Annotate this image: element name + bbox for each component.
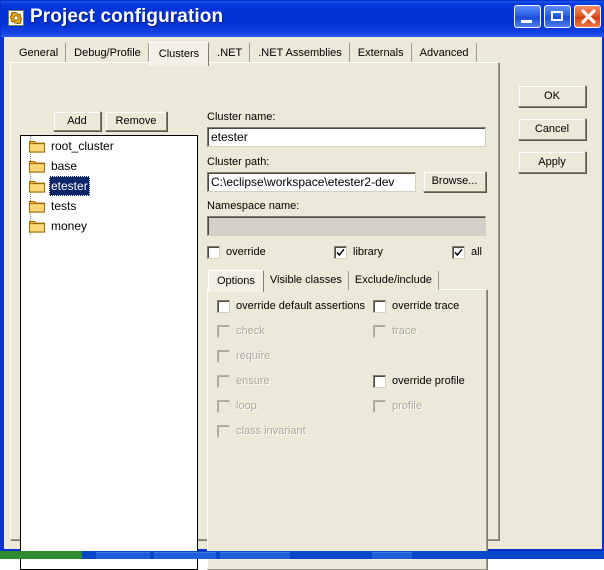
add-button[interactable]: Add [53,111,101,131]
checkbox-box[interactable] [217,375,230,388]
tab-advanced[interactable]: Advanced [411,43,477,63]
gear-icon [8,10,24,26]
checkbox-label: library [353,246,383,258]
inner-tab-options[interactable]: Options [208,270,264,292]
inner-tab-label: Exclude/include [354,274,432,286]
inner-tab-label: Options [217,275,255,287]
checkbox-label: all [471,246,483,258]
checkbox-label: override profile [392,375,465,387]
checkbox-label: profile [392,400,422,412]
window-title: Project configuration [30,6,224,27]
checkbox-box[interactable] [217,300,230,313]
cluster-tree[interactable]: root_clusterbase etester tests money [20,135,198,570]
checkbox-label: class invariant [236,425,306,437]
start-button[interactable] [0,551,82,559]
checkbox-label: check [236,325,265,337]
tab-label: .NET [217,47,243,59]
namespace-name-label: Namespace name: [207,200,300,212]
checkbox-box[interactable] [217,425,230,438]
tab-label: Clusters [158,48,200,60]
tree-item-label: money [51,219,88,233]
checkbox-label: override [226,246,266,258]
tab-general[interactable]: General [11,43,67,63]
taskbar-item[interactable] [154,552,216,559]
maximize-icon[interactable] [544,5,571,28]
taskbar-item[interactable] [96,552,150,559]
checkbox-box[interactable] [373,375,386,388]
checkbox-box[interactable] [207,246,220,259]
options-tab-page: override default assertions check require e… [207,289,487,570]
cluster-path-input[interactable]: C:\eclipse\workspace\etester2-dev [207,172,416,192]
checkbox-label: trace [392,325,417,337]
folder-icon [29,159,45,173]
checkbox-label: ensure [236,375,270,387]
taskbar-item[interactable] [372,552,412,559]
tab-clusters[interactable]: Clusters [148,42,210,66]
inner-tab-visible-classes[interactable]: Visible classes [263,271,349,290]
tree-item-label: root_cluster [51,139,114,153]
checkbox-box[interactable] [217,325,230,338]
browse-button[interactable]: Browse... [423,171,486,192]
tree-item-label: etester [49,176,90,196]
folder-icon [29,179,45,193]
remove-button[interactable]: Remove [105,111,167,131]
cluster-name-input[interactable]: etester [207,127,486,147]
namespace-name-input[interactable] [207,216,486,236]
tab-label: Advanced [419,47,469,59]
checkbox-box[interactable] [334,246,347,259]
tab-dotnet-assemblies[interactable]: .NET Assemblies [250,43,350,63]
tree-item-tests[interactable]: tests [21,196,197,216]
checkbox-box[interactable] [452,246,465,259]
checkbox-box[interactable] [373,325,386,338]
cancel-button[interactable]: Cancel [518,118,586,140]
folder-icon [29,199,45,213]
inner-tab-label: Visible classes [269,274,342,286]
tab-dotnet[interactable]: .NET [209,43,251,63]
minimize-icon[interactable] [514,5,541,28]
dialog-window: Project configuration General Debug/Profi… [0,0,604,570]
options-tab-strip: Options Visible classes Exclude/include [208,270,439,292]
tree-item-label: base [51,159,78,173]
cluster-name-label: Cluster name: [207,111,276,123]
close-icon[interactable] [574,5,601,28]
folder-icon [29,219,45,233]
checkbox-box[interactable] [217,350,230,363]
checkbox-box[interactable] [217,400,230,413]
tab-externals[interactable]: Externals [349,43,412,63]
title-bar[interactable]: Project configuration [1,1,604,37]
cluster-path-label: Cluster path: [207,156,270,168]
checkbox-label: require [236,350,271,362]
tab-debug-profile[interactable]: Debug/Profile [66,43,149,63]
tab-label: .NET Assemblies [258,47,342,59]
tab-label: Debug/Profile [74,47,141,59]
folder-icon [29,139,45,153]
tree-item-root-cluster[interactable]: root_cluster [21,136,197,156]
dialog-client-area: General Debug/Profile Clusters .NET .NET Ass… [4,37,602,570]
ok-button[interactable]: OK [518,85,586,107]
tree-item-money[interactable]: money [21,216,197,236]
taskbar-item[interactable] [220,552,290,559]
taskbar [0,551,604,559]
main-tab-strip: General Debug/Profile Clusters .NET .NET Ass… [11,42,477,66]
checkbox-label: loop [236,400,257,412]
tab-label: Externals [357,47,404,59]
checkbox-label: override default assertions [236,300,366,312]
tree-item-etester[interactable]: etester [21,176,197,196]
tree-item-label: tests [51,199,77,213]
checkbox-box[interactable] [373,400,386,413]
tab-label: General [19,47,59,59]
checkbox-label: override trace [392,300,460,312]
apply-button[interactable]: Apply [518,151,586,173]
inner-tab-exclude-include[interactable]: Exclude/include [348,271,439,290]
checkbox-box[interactable] [373,300,386,313]
tree-item-base[interactable]: base [21,156,197,176]
